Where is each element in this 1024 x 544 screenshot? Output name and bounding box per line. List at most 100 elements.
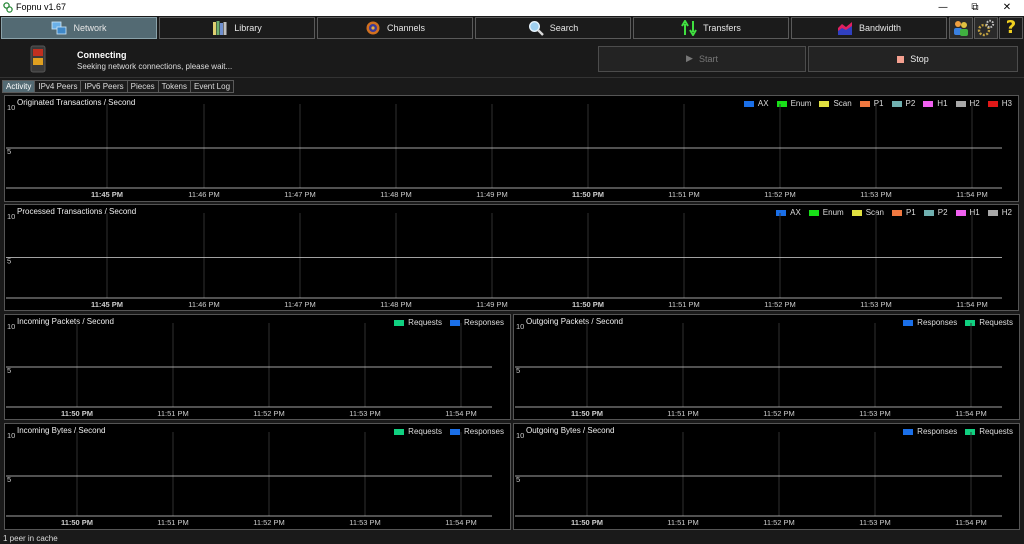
help-button[interactable]: ? (999, 17, 1023, 39)
chart-originated-transactions: Originated Transactions / Second AX Enum Sc… (4, 95, 1019, 202)
x-tick-label: 11:53 PM (349, 518, 381, 527)
y-tick-label: 10 (7, 212, 15, 221)
close-button[interactable]: ✕ (992, 0, 1022, 16)
x-tick-label: 11:54 PM (955, 518, 987, 527)
x-tick-label: 11:50 PM (571, 409, 603, 418)
chart-outgoing-packets: Outgoing Packets / Second Responses Reques… (513, 314, 1020, 420)
gear-icon (977, 19, 995, 37)
x-tick-label: 11:47 PM (284, 300, 316, 309)
chart-plot: 10 5 11:50 PM 11:51 PM 11:52 PM 11:53 PM 11:54… (515, 322, 1002, 418)
start-button-label: Start (698, 54, 718, 64)
fopnu-logo-icon (3, 2, 13, 13)
x-tick-label: 11:52 PM (253, 409, 285, 418)
x-tick-label: 11:53 PM (859, 409, 891, 418)
x-tick-label: 11:53 PM (860, 300, 892, 309)
chart-outgoing-bytes: Outgoing Bytes / Second Responses Requests… (513, 423, 1020, 530)
users-icon (954, 21, 968, 36)
y-tick-label: 5 (7, 257, 11, 266)
main-tabs: Network Library Channels Search Transfer… (0, 16, 1024, 40)
subtab-pieces[interactable]: Pieces (126, 80, 159, 93)
x-tick-label: 11:54 PM (956, 190, 988, 199)
maximize-button[interactable]: ⧉ (960, 0, 990, 16)
bandwidth-icon (837, 22, 852, 35)
window-title: Fopnu v1.67 (16, 2, 67, 12)
subtab-ipv6-peers[interactable]: IPv6 Peers (80, 80, 128, 93)
stop-button[interactable]: Stop (808, 46, 1018, 72)
chart-plot: 10 5 11:50 PM 11:51 PM 11:52 PM 11:53 PM 11:54… (6, 322, 492, 418)
x-tick-label: 11:51 PM (157, 518, 189, 527)
y-tick-label: 5 (516, 366, 520, 375)
x-tick-label: 11:51 PM (668, 190, 700, 199)
tab-search[interactable]: Search (475, 17, 631, 39)
x-tick-label: 11:54 PM (445, 409, 477, 418)
x-tick-label: 11:50 PM (572, 190, 604, 199)
y-tick-label: 10 (7, 431, 15, 440)
tab-network[interactable]: Network (1, 17, 157, 39)
activity-subtabs: Activity IPv4 Peers IPv6 Peers Pieces To… (2, 80, 235, 93)
x-tick-label: 11:53 PM (859, 518, 891, 527)
transfers-icon (681, 20, 698, 36)
x-tick-label: 11:54 PM (955, 409, 987, 418)
x-tick-label: 11:52 PM (764, 190, 796, 199)
tab-library[interactable]: Library (159, 17, 315, 39)
play-icon: ▶ (686, 54, 693, 64)
peer-cache-count: 1 peer in cache (3, 534, 58, 543)
x-tick-label: 11:51 PM (667, 409, 699, 418)
help-icon: ? (1005, 17, 1017, 38)
chart-plot: 10 5 11:45 PM 11:46 PM 11:47 PM 11:48 PM 11:49… (6, 103, 1002, 199)
network-icon (52, 21, 67, 35)
tab-bandwidth[interactable]: Bandwidth (791, 17, 947, 39)
tab-bandwidth-label: Bandwidth (858, 23, 902, 33)
tab-network-label: Network (73, 23, 107, 33)
chart-incoming-bytes: Incoming Bytes / Second Requests Responses… (4, 423, 511, 530)
title-bar: Fopnu v1.67 — ⧉ ✕ (0, 0, 1024, 16)
subtab-activity[interactable]: Activity (2, 80, 36, 93)
chart-processed-transactions: Processed Transactions / Second AX Enum Sca… (4, 204, 1019, 311)
x-tick-label: 11:46 PM (188, 300, 220, 309)
y-tick-label: 5 (7, 475, 11, 484)
chart-incoming-packets: Incoming Packets / Second Requests Respons… (4, 314, 511, 420)
x-tick-label: 11:54 PM (956, 300, 988, 309)
users-button[interactable] (949, 17, 973, 39)
connection-status: Connecting Seeking network connections, … (0, 41, 1024, 78)
x-tick-label: 11:47 PM (284, 190, 316, 199)
x-tick-label: 11:50 PM (571, 518, 603, 527)
chart-plot: 10 5 11:50 PM 11:51 PM 11:52 PM 11:53 PM 11:54… (515, 431, 1002, 527)
y-tick-label: 5 (7, 366, 11, 375)
x-tick-label: 11:50 PM (572, 300, 604, 309)
subtab-ipv4-peers[interactable]: IPv4 Peers (34, 80, 82, 93)
x-tick-label: 11:51 PM (157, 409, 189, 418)
y-tick-label: 10 (7, 103, 15, 112)
tab-transfers[interactable]: Transfers (633, 17, 789, 39)
tab-transfers-label: Transfers (703, 23, 741, 33)
x-tick-label: 11:48 PM (380, 190, 412, 199)
x-tick-label: 11:52 PM (763, 409, 795, 418)
stop-icon (897, 55, 905, 63)
start-button[interactable]: ▶ Start (598, 46, 806, 72)
y-tick-label: 10 (516, 322, 524, 331)
status-message: Seeking network connections, please wait… (77, 62, 233, 71)
chart-plot: 10 5 11:45 PM 11:46 PM 11:47 PM 11:48 PM 11:49… (6, 212, 1002, 309)
x-tick-label: 11:54 PM (445, 518, 477, 527)
tab-channels-label: Channels (386, 23, 426, 33)
chart-plot: 10 5 11:50 PM 11:51 PM 11:52 PM 11:53 PM 11:54… (6, 431, 492, 527)
x-tick-label: 11:51 PM (668, 300, 700, 309)
x-tick-label: 11:50 PM (61, 409, 93, 418)
status-device-icon (30, 45, 46, 73)
minimize-button[interactable]: — (928, 0, 958, 16)
x-tick-label: 11:52 PM (763, 518, 795, 527)
x-tick-label: 11:48 PM (380, 300, 412, 309)
x-tick-label: 11:53 PM (860, 190, 892, 199)
tab-library-label: Library (234, 23, 262, 33)
status-bar: 1 peer in cache (0, 533, 1024, 544)
subtab-event-log[interactable]: Event Log (190, 80, 235, 93)
x-tick-label: 11:45 PM (91, 300, 123, 309)
tab-channels[interactable]: Channels (317, 17, 473, 39)
y-tick-label: 10 (7, 322, 15, 331)
y-tick-label: 5 (516, 475, 520, 484)
subtab-tokens[interactable]: Tokens (157, 80, 191, 93)
search-icon (528, 20, 544, 36)
x-tick-label: 11:45 PM (91, 190, 123, 199)
y-tick-label: 10 (516, 431, 524, 440)
settings-button[interactable] (974, 17, 998, 39)
